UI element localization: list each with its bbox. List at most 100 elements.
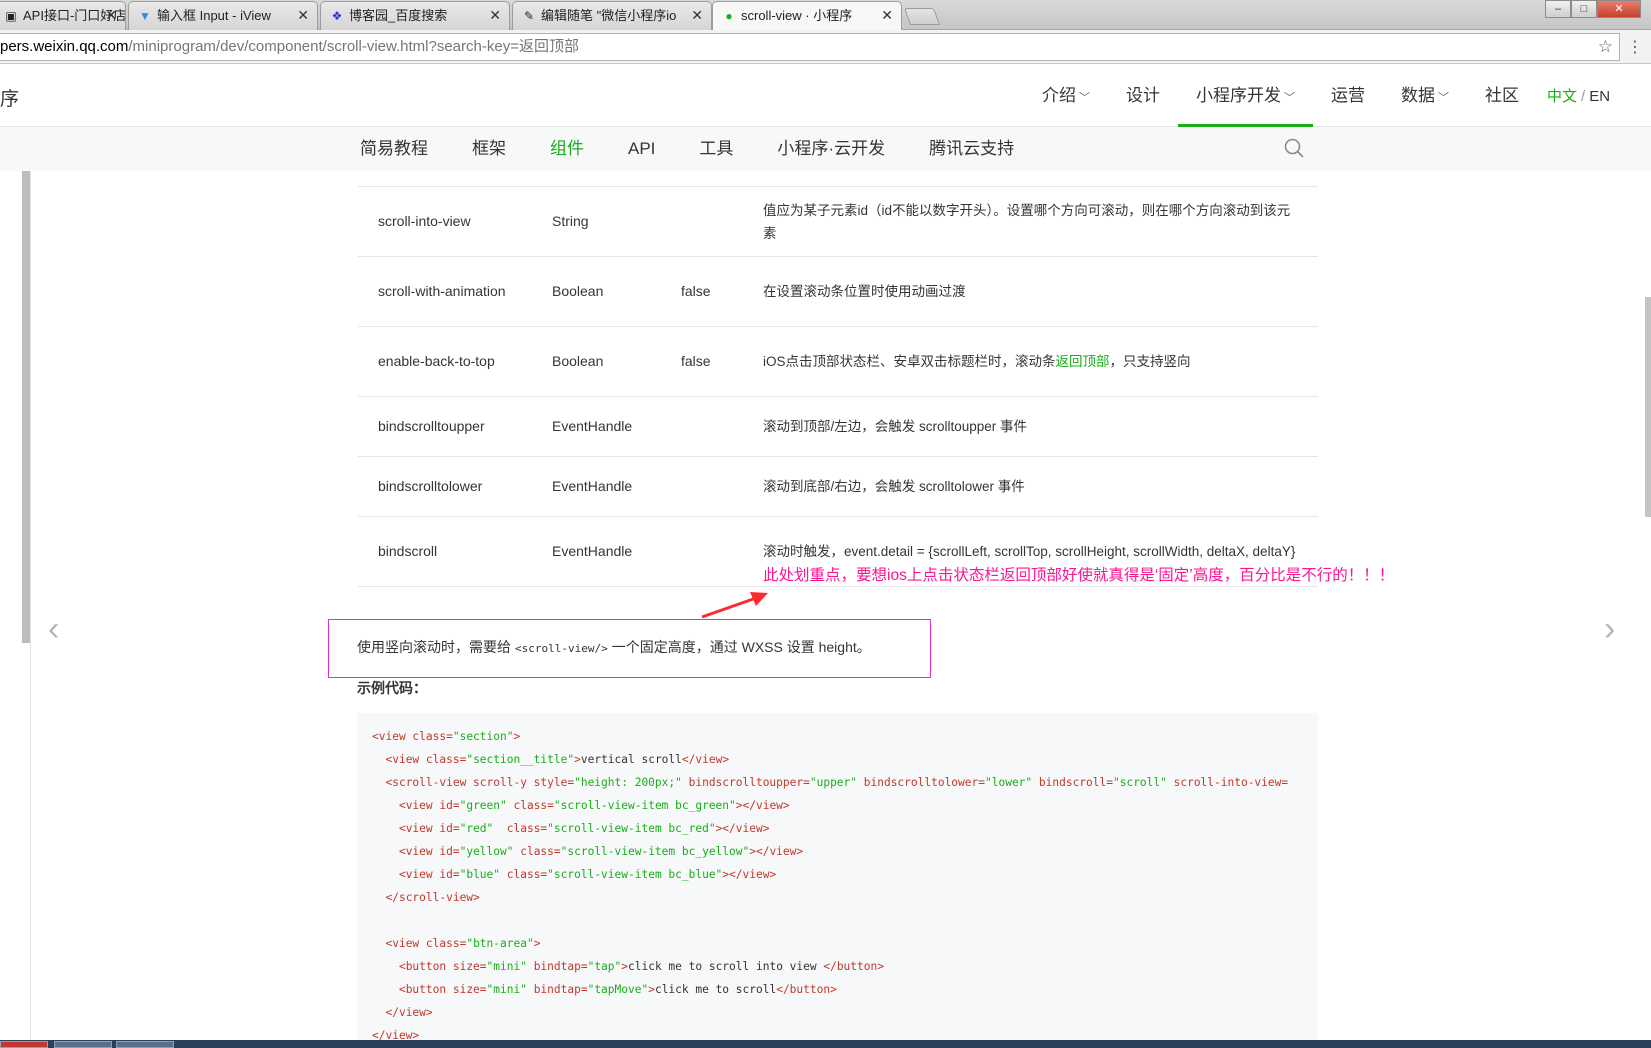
code-token: click me to scroll bbox=[654, 983, 777, 996]
close-tab-icon[interactable]: ✕ bbox=[691, 2, 703, 29]
close-tab-icon[interactable]: ✕ bbox=[105, 2, 117, 29]
browser-tab-3[interactable]: ❖ 博客园_百度搜索 ✕ bbox=[320, 1, 510, 30]
prop-default: false bbox=[661, 256, 743, 327]
minimize-icon[interactable]: – bbox=[1545, 0, 1571, 18]
taskbar-item[interactable] bbox=[54, 1041, 112, 1048]
page-scrollbar-thumb[interactable] bbox=[1645, 297, 1651, 517]
code-token: "scroll-view-item bc_green" bbox=[553, 799, 736, 812]
maximize-icon[interactable]: □ bbox=[1571, 0, 1597, 18]
search-icon[interactable] bbox=[1284, 138, 1304, 158]
note-text: 一个固定高度，通过 WXSS 设置 height。 bbox=[611, 639, 871, 655]
tab-label: 输入框 Input - iView bbox=[157, 8, 271, 23]
nav-label: 小程序开发 bbox=[1196, 86, 1281, 105]
code-token: </button> bbox=[776, 983, 837, 996]
site-logo-text[interactable]: 序 bbox=[0, 84, 19, 111]
code-token: "yellow" bbox=[459, 845, 514, 858]
nav-label: 设计 bbox=[1126, 86, 1160, 105]
code-token: class= bbox=[500, 868, 548, 881]
nav-miniprogram-dev[interactable]: 小程序开发 ﹀ bbox=[1178, 65, 1313, 127]
lang-en-link[interactable]: EN bbox=[1589, 88, 1610, 105]
close-tab-icon[interactable]: ✕ bbox=[297, 2, 309, 29]
prop-name: scroll-into-view bbox=[358, 186, 532, 257]
subnav-tutorial[interactable]: 简易教程 bbox=[360, 127, 428, 171]
browser-tab-1[interactable]: ▣ API接口-门口好店 ✕ bbox=[0, 1, 126, 30]
prop-default bbox=[661, 456, 743, 517]
code-token: </view> bbox=[385, 1006, 433, 1019]
code-token: <view bbox=[385, 753, 426, 766]
bookmark-star-icon[interactable]: ☆ bbox=[1598, 34, 1613, 60]
window-controls: – □ ✕ bbox=[1545, 0, 1641, 18]
nav-design[interactable]: 设计 bbox=[1108, 65, 1178, 127]
table-row: enable-back-to-top Boolean false iOS点击顶部… bbox=[358, 326, 1318, 397]
code-line: <view class="section__title">vertical sc… bbox=[372, 748, 1288, 771]
subnav-components[interactable]: 组件 bbox=[550, 127, 584, 171]
code-token: size= bbox=[452, 983, 487, 996]
start-button[interactable] bbox=[0, 1041, 48, 1048]
annotation-arrow-icon bbox=[701, 592, 768, 619]
code-token: "tapMove" bbox=[587, 983, 649, 996]
nav-data[interactable]: 数据 ﹀ bbox=[1383, 65, 1467, 127]
prop-default bbox=[661, 186, 743, 257]
code-token: bindscrolltoupper= bbox=[681, 776, 810, 789]
subnav-framework[interactable]: 框架 bbox=[472, 127, 506, 171]
browser-tab-active[interactable]: ● scroll-view · 小程序 ✕ bbox=[712, 1, 902, 31]
code-token: "scroll" bbox=[1112, 776, 1167, 789]
url-input[interactable]: pers.weixin.qq.com/miniprogram/dev/compo… bbox=[0, 33, 1620, 61]
code-block[interactable]: <view class= "section" > <view class="sect… bbox=[357, 713, 1318, 1048]
browser-menu-icon[interactable]: ⋮ bbox=[1627, 37, 1643, 57]
code-token: bindtap= bbox=[526, 960, 588, 973]
table-row: bindscrolltoupper EventHandle 滚动到顶部/左边，会… bbox=[358, 396, 1318, 457]
code-token: class= bbox=[513, 845, 561, 858]
close-tab-icon[interactable]: ✕ bbox=[489, 2, 501, 29]
table-row: scroll-with-animation Boolean false 在设置滚… bbox=[358, 256, 1318, 327]
prop-default bbox=[661, 396, 743, 457]
baidu-favicon-icon: ❖ bbox=[331, 9, 343, 23]
code-token: "section" bbox=[452, 730, 514, 743]
code-line: <scroll-view scroll-y style="height: 200… bbox=[372, 771, 1288, 794]
subnav-tools[interactable]: 工具 bbox=[699, 127, 733, 171]
code-token: "lower" bbox=[985, 776, 1033, 789]
subnav-tencent-cloud[interactable]: 腾讯云支持 bbox=[929, 127, 1014, 171]
table-row: scroll-into-view String 值应为某子元素id（id不能以数… bbox=[358, 186, 1318, 257]
prop-type: EventHandle bbox=[532, 516, 661, 587]
code-token: class= bbox=[493, 822, 548, 835]
language-switch: 中文 / EN bbox=[1547, 85, 1610, 106]
code-token: "green" bbox=[459, 799, 507, 812]
code-token: scroll-into-view= bbox=[1166, 776, 1289, 789]
taskbar-item[interactable] bbox=[116, 1041, 174, 1048]
browser-tab-4[interactable]: ✎ 编辑随笔 "微信小程序io ✕ bbox=[512, 1, 712, 30]
close-tab-icon[interactable]: ✕ bbox=[881, 2, 893, 29]
inline-code: <scroll-view/> bbox=[515, 642, 608, 655]
prev-page-arrow-icon[interactable]: ‹ bbox=[48, 610, 59, 649]
new-tab-button[interactable] bbox=[903, 8, 941, 25]
code-token: "tap" bbox=[587, 960, 622, 973]
nav-operations[interactable]: 运营 bbox=[1313, 65, 1383, 127]
nav-label: 社区 bbox=[1485, 86, 1519, 105]
code-token: id= bbox=[439, 845, 460, 858]
prop-name: enable-back-to-top bbox=[358, 326, 532, 397]
subnav-cloud-dev[interactable]: 小程序·云开发 bbox=[777, 127, 885, 171]
code-content: <view class= "section" > <view class="sect… bbox=[372, 725, 1288, 1047]
window-close-icon[interactable]: ✕ bbox=[1597, 0, 1641, 18]
subnav-api[interactable]: API bbox=[628, 127, 655, 171]
next-page-arrow-icon[interactable]: › bbox=[1604, 610, 1615, 649]
url-host: pers.weixin.qq.com bbox=[0, 38, 129, 55]
browser-tab-2[interactable]: ▼ 输入框 Input - iView ✕ bbox=[128, 1, 318, 30]
nav-intro[interactable]: 介绍 ﹀ bbox=[1024, 65, 1108, 127]
code-token: <view bbox=[398, 799, 440, 812]
code-token: bindtap= bbox=[526, 983, 588, 996]
code-token: "upper" bbox=[809, 776, 858, 789]
lang-zh-link[interactable]: 中文 bbox=[1547, 88, 1577, 105]
note-text: 使用竖向滚动时，需要给 bbox=[357, 639, 511, 655]
prop-name: scroll-with-animation bbox=[358, 256, 532, 327]
code-line: <button size="mini" bindtap="tapMove">cl… bbox=[372, 978, 1288, 1001]
back-to-top-link[interactable]: 返回顶部 bbox=[1056, 354, 1110, 369]
sidebar-scrollbar[interactable] bbox=[22, 171, 30, 643]
code-token: > bbox=[621, 960, 629, 973]
nav-community[interactable]: 社区 bbox=[1467, 65, 1537, 127]
